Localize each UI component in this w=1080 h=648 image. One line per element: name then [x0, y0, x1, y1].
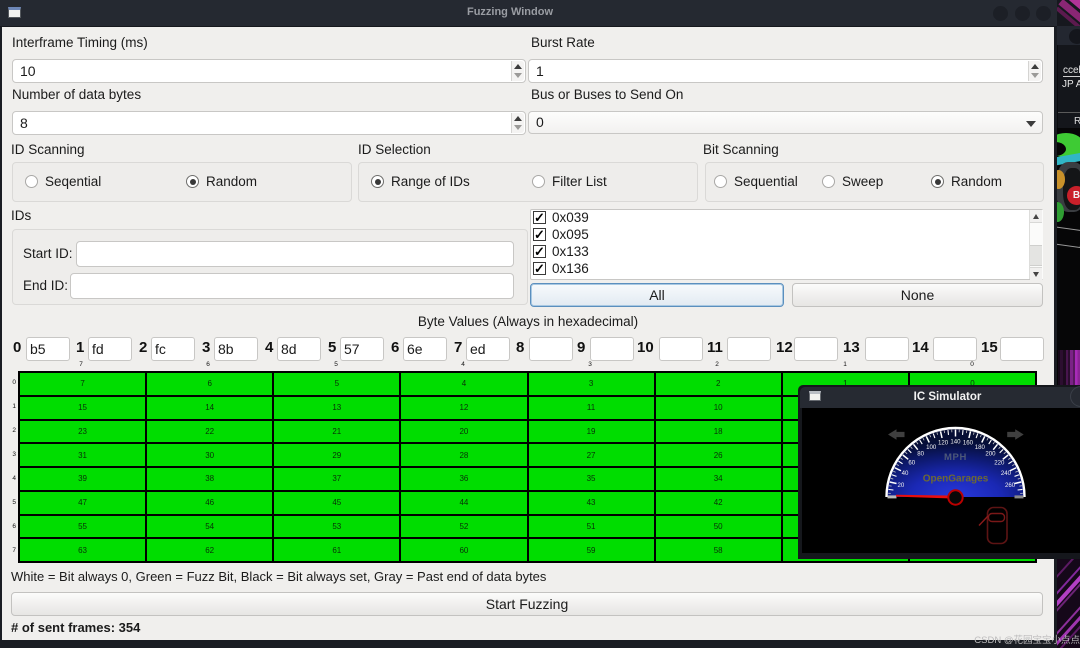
- svg-text:200: 200: [985, 451, 996, 458]
- svg-text:MPH: MPH: [944, 452, 967, 463]
- svg-text:160: 160: [963, 440, 974, 447]
- svg-text:140: 140: [950, 438, 961, 445]
- svg-text:120: 120: [938, 440, 949, 447]
- svg-text:40: 40: [902, 470, 909, 477]
- svg-text:180: 180: [975, 444, 986, 451]
- svg-text:OpenGarages: OpenGarages: [923, 474, 989, 485]
- svg-text:20: 20: [898, 482, 905, 489]
- svg-text:80: 80: [917, 451, 924, 458]
- svg-text:220: 220: [994, 459, 1005, 466]
- svg-text:260: 260: [1005, 482, 1016, 489]
- svg-text:60: 60: [908, 459, 915, 466]
- svg-text:100: 100: [926, 444, 937, 451]
- svg-text:240: 240: [1001, 470, 1012, 477]
